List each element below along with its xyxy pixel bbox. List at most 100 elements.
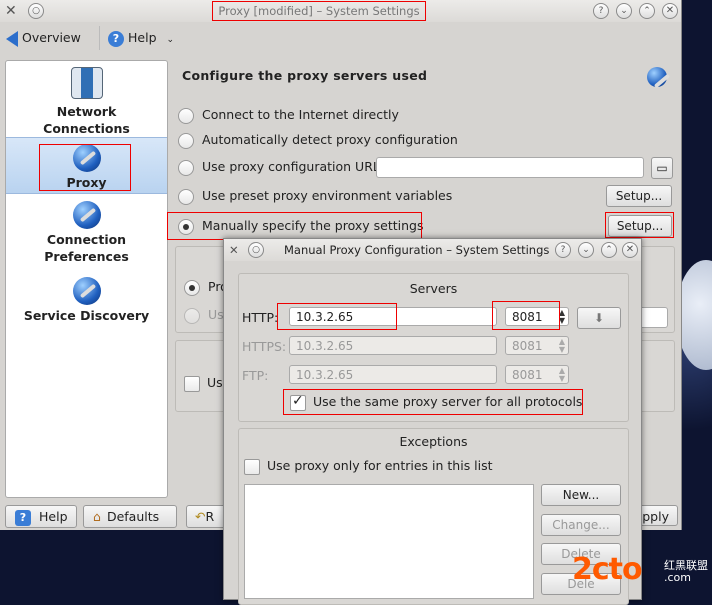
checkbox[interactable]: [184, 375, 200, 392]
help-menu-button[interactable]: ? Help ⌄: [108, 27, 174, 49]
config-url-input[interactable]: [376, 157, 644, 178]
defaults-button[interactable]: ⌂ Defaults: [83, 505, 177, 528]
help-menu-label: Help: [128, 30, 157, 45]
reset-button[interactable]: ↶R: [186, 505, 228, 528]
globe-wrench-icon: [72, 144, 101, 172]
help-button[interactable]: ? Help: [5, 505, 77, 528]
spin-arrows-icon[interactable]: ▲ ▼: [559, 309, 565, 325]
apply-button-label: pply: [642, 509, 669, 524]
option-label: Use proxy configuration URL:: [202, 159, 385, 174]
toolbar-separator: [99, 26, 100, 50]
radio-button[interactable]: [184, 307, 200, 324]
help-titlebar-button[interactable]: ?: [593, 3, 609, 19]
env-setup-button[interactable]: Setup...: [606, 185, 672, 207]
folder-icon: ▭: [656, 161, 668, 175]
checkbox-checked[interactable]: ✓: [290, 393, 306, 411]
option-label: Use preset proxy environment variables: [202, 188, 453, 203]
defaults-button-label: Defaults: [106, 509, 160, 524]
globe-wrench-icon: [72, 277, 101, 305]
wrench-icon: ✕: [229, 243, 239, 257]
partial-check-label: Us: [207, 375, 223, 390]
partial-radio-1[interactable]: Pro: [184, 279, 228, 296]
radio-button-selected[interactable]: [184, 279, 200, 296]
sidebar-item-network-connections[interactable]: Network Connections: [6, 67, 167, 137]
spin-arrows-icon[interactable]: ▲ ▼: [559, 367, 565, 383]
servers-title: Servers: [409, 281, 458, 296]
option-label: Connect to the Internet directly: [202, 107, 399, 122]
reset-button-label: R: [205, 509, 215, 524]
ftp-port-value: 8081: [512, 368, 543, 382]
exceptions-title: Exceptions: [399, 434, 468, 449]
sidebar-item-service-discovery[interactable]: Service Discovery: [6, 277, 167, 329]
help-button-label: Help: [39, 509, 68, 524]
close-button[interactable]: ✕: [622, 242, 638, 258]
pin-button[interactable]: ○: [248, 242, 264, 258]
defaults-icon: ⌂: [93, 509, 101, 524]
https-port-spinbox[interactable]: 8081 ▲ ▼: [505, 336, 569, 355]
minimize-button[interactable]: ⌄: [616, 3, 632, 19]
overview-label: Overview: [22, 30, 81, 45]
globe-wrench-icon: [647, 67, 667, 87]
ftp-label: FTP:: [242, 368, 269, 383]
sidebar-item-proxy[interactable]: Proxy: [6, 137, 167, 194]
option-manual[interactable]: Manually specify the proxy settings: [178, 216, 423, 236]
option-auto-detect[interactable]: Automatically detect proxy configuration: [178, 130, 458, 150]
https-port-value: 8081: [512, 339, 543, 353]
down-arrow-icon: ⬇: [593, 311, 605, 325]
exceptions-list[interactable]: [244, 484, 534, 599]
sidebar: Network Connections Proxy Connection Pre…: [5, 60, 168, 498]
minimize-button[interactable]: ⌄: [578, 242, 594, 258]
option-label: Automatically detect proxy configuration: [202, 132, 458, 147]
radio-button-selected[interactable]: [178, 218, 194, 235]
use-only-checkbox-row[interactable]: Use proxy only for entries in this list: [244, 458, 493, 475]
ftp-port-spinbox[interactable]: 8081 ▲ ▼: [505, 365, 569, 384]
ftp-proxy-input[interactable]: 10.3.2.65: [289, 365, 497, 384]
copy-down-button[interactable]: ⬇: [577, 307, 621, 329]
back-arrow-icon: [6, 30, 18, 47]
page-title: Configure the proxy servers used: [182, 68, 428, 83]
help-book-icon: ?: [15, 509, 31, 526]
same-proxy-label: Use the same proxy server for all protoc…: [313, 394, 583, 409]
partial-radio-2[interactable]: Us: [184, 307, 224, 324]
change-exception-button[interactable]: Change...: [541, 514, 621, 536]
sidebar-item-connection-preferences[interactable]: Connection Preferences: [6, 201, 167, 269]
help-icon: ?: [108, 30, 124, 47]
checkbox[interactable]: [244, 458, 260, 475]
maximize-button[interactable]: ⌃: [601, 242, 617, 258]
sidebar-item-label: Service Discovery: [23, 308, 150, 323]
sidebar-item-label: Proxy: [66, 175, 107, 190]
maximize-button[interactable]: ⌃: [639, 3, 655, 19]
http-port-value: 8081: [512, 310, 543, 324]
globe-wrench-icon: [72, 201, 101, 229]
http-proxy-input[interactable]: 10.3.2.65: [289, 307, 497, 326]
spin-arrows-icon[interactable]: ▲ ▼: [559, 338, 565, 354]
open-file-button[interactable]: ▭: [651, 157, 673, 179]
radio-button[interactable]: [178, 159, 194, 176]
option-env-vars[interactable]: Use preset proxy environment variables: [178, 186, 452, 206]
sidebar-item-label: Network: [56, 104, 117, 119]
overview-button[interactable]: Overview: [6, 27, 81, 49]
pin-button[interactable]: ○: [28, 3, 44, 19]
sidebar-item-label: Preferences: [44, 249, 129, 264]
sidebar-item-label: Connections: [43, 121, 130, 136]
dialog-title: Manual Proxy Configuration – System Sett…: [284, 243, 550, 257]
manual-setup-button[interactable]: Setup...: [608, 215, 672, 237]
reset-icon: ↶: [195, 509, 206, 524]
radio-button[interactable]: [178, 107, 194, 124]
network-icon: [70, 67, 103, 99]
titlebar: ✕ ○ Proxy [modified] – System Settings ?…: [0, 0, 681, 22]
option-config-url[interactable]: Use proxy configuration URL:: [178, 157, 384, 177]
new-exception-button[interactable]: New...: [541, 484, 621, 506]
radio-button[interactable]: [178, 132, 194, 149]
option-direct[interactable]: Connect to the Internet directly: [178, 105, 399, 125]
wrench-icon: ✕: [5, 3, 17, 19]
window-title: Proxy [modified] – System Settings: [212, 1, 426, 21]
http-port-spinbox[interactable]: 8081 ▲ ▼: [505, 307, 569, 326]
toolbar: Overview ? Help ⌄: [0, 22, 681, 54]
https-proxy-input[interactable]: 10.3.2.65: [289, 336, 497, 355]
radio-button[interactable]: [178, 188, 194, 205]
partial-checkbox[interactable]: Us: [184, 375, 223, 392]
help-titlebar-button[interactable]: ?: [555, 242, 571, 258]
close-button[interactable]: ✕: [662, 3, 678, 19]
same-proxy-checkbox-row[interactable]: ✓ Use the same proxy server for all proto…: [290, 393, 583, 411]
